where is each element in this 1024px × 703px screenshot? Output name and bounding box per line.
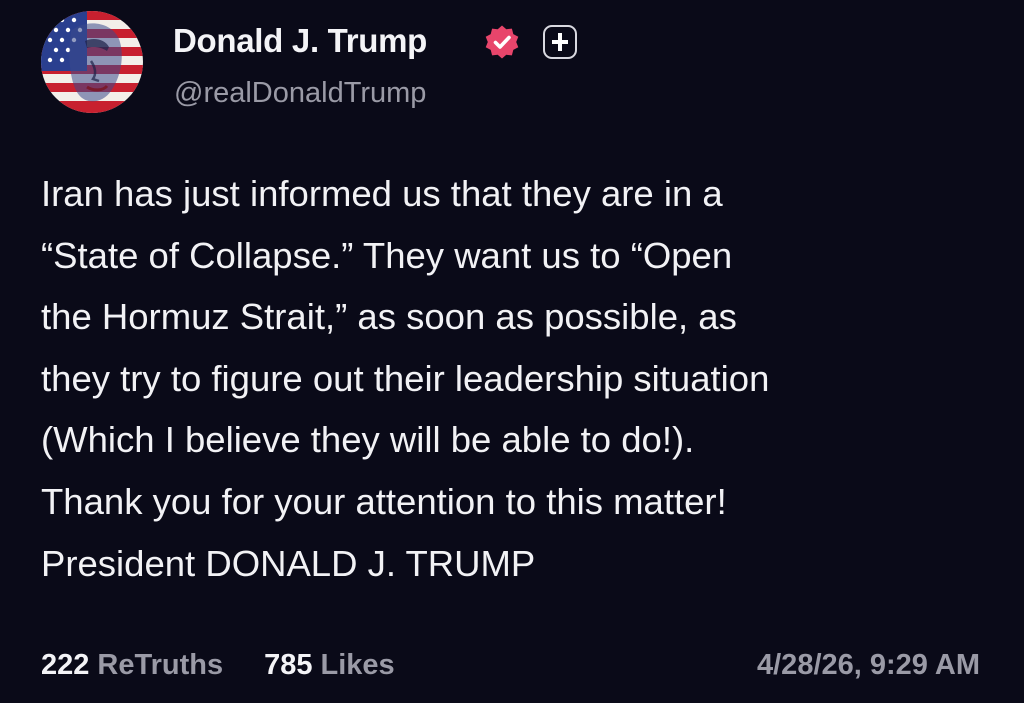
likes-stat[interactable]: 785 Likes xyxy=(264,645,395,685)
post-text-line: President DONALD J. TRUMP xyxy=(41,542,536,584)
post-text-line: Iran has just informed us that they are … xyxy=(41,173,723,214)
post-text-line: (Which I believe they will be able to do… xyxy=(41,419,695,461)
post-timestamp: 4/28/26, 9:29 AM xyxy=(757,649,980,681)
plus-icon[interactable] xyxy=(543,25,577,59)
post-text: Iran has just informed us that they are … xyxy=(41,163,1001,594)
truth-post: Donald J. Trump @realDonaldTrump Iran ha… xyxy=(0,0,1024,703)
retruths-count: 222 xyxy=(41,649,90,681)
verified-badge-icon xyxy=(484,24,520,60)
likes-count: 785 xyxy=(264,649,313,681)
post-text-line: they try to figure out their leadership … xyxy=(41,357,770,399)
post-text-line: “State of Collapse.” They want us to “Op… xyxy=(41,234,733,276)
flag-portrait-avatar-icon xyxy=(41,11,143,113)
post-text-line: the Hormuz Strait,” as soon as possible,… xyxy=(41,296,737,338)
post-text-line: Thank you for your attention to this mat… xyxy=(41,480,727,522)
post-stats: 222 ReTruths 785 Likes xyxy=(41,645,395,685)
author-avatar[interactable] xyxy=(41,11,143,113)
author-display-name[interactable]: Donald J. Trump xyxy=(173,19,427,63)
retruths-stat[interactable]: 222 ReTruths xyxy=(41,645,223,685)
retruths-label: ReTruths xyxy=(97,649,224,681)
likes-label: Likes xyxy=(320,649,395,681)
author-handle[interactable]: @realDonaldTrump xyxy=(174,73,426,113)
